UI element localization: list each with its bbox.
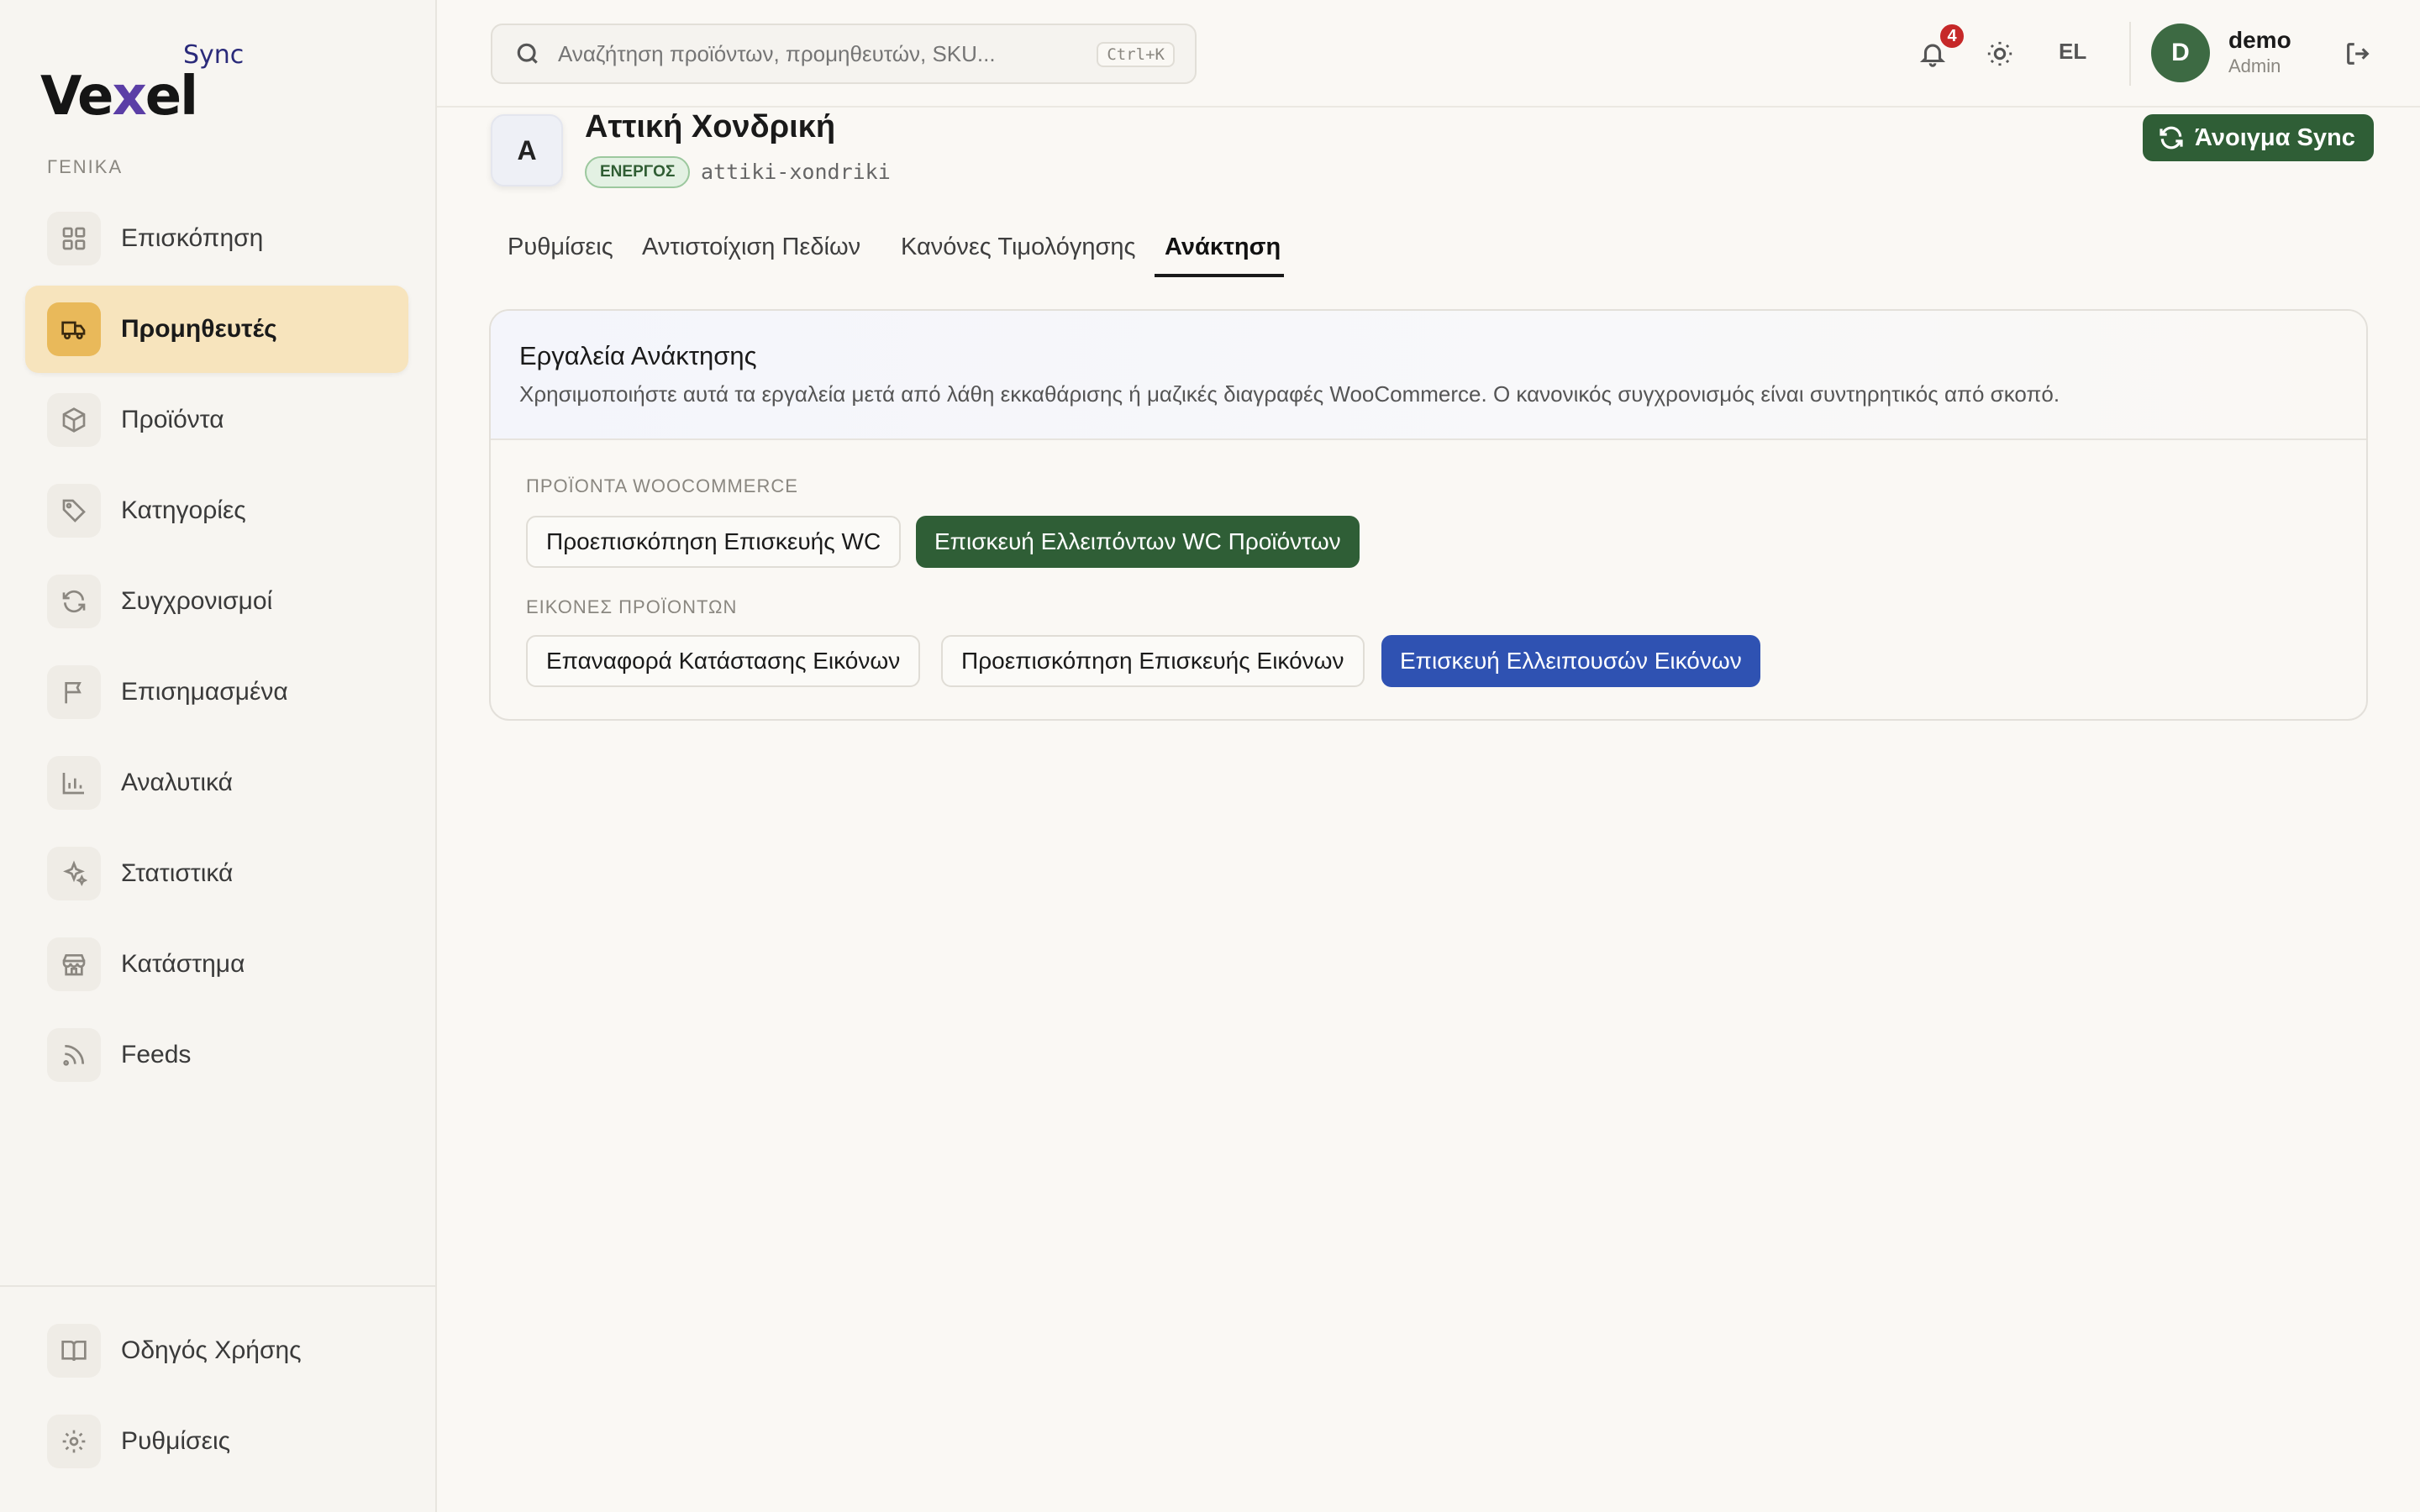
- open-sync-button[interactable]: Άνοιγμα Sync: [2143, 114, 2374, 161]
- sidebar-item-label: Προμηθευτές: [121, 315, 277, 343]
- sparkles-icon: [47, 847, 101, 900]
- images-repair-preview-button[interactable]: Προεπισκόπηση Επισκευής Εικόνων: [941, 635, 1365, 687]
- tab-settings[interactable]: Ρυθμίσεις: [508, 234, 613, 279]
- sidebar-section-label: ΓΕΝΙΚΑ: [47, 156, 124, 177]
- sidebar-item-label: Οδηγός Χρήσης: [121, 1336, 302, 1364]
- gear-icon: [47, 1415, 101, 1468]
- sidebar-item-label: Feeds: [121, 1041, 192, 1068]
- logout-icon: [2347, 43, 2370, 65]
- images-reset-state-button[interactable]: Επαναφορά Κατάστασης Εικόνων: [526, 635, 921, 687]
- open-sync-label: Άνοιγμα Sync: [2195, 123, 2355, 151]
- store-icon: [47, 937, 101, 991]
- active-tab-indicator: [1155, 274, 1284, 277]
- sidebar-item-analytics[interactable]: Αναλυτικά: [25, 739, 408, 827]
- notification-count-badge: 4: [1938, 22, 1966, 50]
- logo-sync-label: Sync: [183, 40, 245, 70]
- supplier-avatar: A: [491, 114, 563, 186]
- logo-wordmark: Vexel: [40, 66, 198, 128]
- tab-pricing-rules[interactable]: Κανόνες Τιμολόγησης: [901, 234, 1136, 279]
- notifications-button[interactable]: 4: [1912, 22, 1966, 74]
- theme-toggle-button[interactable]: [1980, 34, 2020, 74]
- recovery-card-title: Εργαλεία Ανάκτησης: [519, 341, 757, 370]
- refresh-icon: [2160, 126, 2183, 150]
- sidebar-item-label: Επισκόπηση: [121, 224, 264, 252]
- page-title: Αττική Χονδρική: [585, 109, 836, 144]
- sidebar-item-user-guide[interactable]: Οδηγός Χρήσης: [25, 1307, 408, 1394]
- user-name: demo: [2228, 27, 2291, 53]
- wc-repair-missing-button[interactable]: Επισκευή Ελλειπόντων WC Προϊόντων: [916, 516, 1360, 568]
- sidebar-item-statistics[interactable]: Στατιστικά: [25, 830, 408, 917]
- user-avatar[interactable]: D: [2151, 24, 2210, 82]
- woocommerce-group-label: ΠΡΟΪΟΝΤΑ WOOCOMMERCE: [526, 475, 798, 496]
- status-badge: ΕΝΕΡΓΟΣ: [585, 156, 691, 188]
- recovery-card-header: Εργαλεία Ανάκτησης Χρησιμοποιήστε αυτά τ…: [491, 311, 2366, 440]
- sidebar-item-label: Προϊόντα: [121, 406, 224, 433]
- book-icon: [47, 1324, 101, 1378]
- refresh-icon: [47, 575, 101, 628]
- search-input[interactable]: [558, 40, 1079, 67]
- logout-button[interactable]: [2338, 34, 2378, 74]
- sidebar-nav: Επισκόπηση Προμηθευτές Προϊόντα Κατηγορί…: [25, 195, 408, 1102]
- tab-field-mapping[interactable]: Αντιστοίχιση Πεδίων: [642, 234, 860, 279]
- sidebar-item-label: Κατάστημα: [121, 950, 245, 978]
- recovery-card-description: Χρησιμοποιήστε αυτά τα εργαλεία μετά από…: [519, 381, 2060, 407]
- wc-repair-preview-button[interactable]: Προεπισκόπηση Επισκευής WC: [526, 516, 902, 568]
- images-repair-missing-button[interactable]: Επισκευή Ελλειπουσών Εικόνων: [1381, 635, 1760, 687]
- tag-icon: [47, 484, 101, 538]
- sidebar-item-syncs[interactable]: Συγχρονισμοί: [25, 558, 408, 645]
- sidebar-item-label: Κατηγορίες: [121, 496, 246, 524]
- sidebar-divider: [0, 1285, 437, 1287]
- header-divider: [2129, 22, 2131, 86]
- sidebar-bottom-nav: Οδηγός Χρήσης Ρυθμίσεις: [25, 1307, 408, 1488]
- tab-recovery[interactable]: Ανάκτηση: [1165, 234, 1281, 279]
- sidebar-item-label: Ρυθμίσεις: [121, 1427, 231, 1455]
- sidebar-item-products[interactable]: Προϊόντα: [25, 376, 408, 464]
- language-switcher[interactable]: EL: [2059, 39, 2086, 65]
- sidebar-item-suppliers[interactable]: Προμηθευτές: [25, 286, 408, 373]
- sidebar-item-categories[interactable]: Κατηγορίες: [25, 467, 408, 554]
- recovery-tools-card: Εργαλεία Ανάκτησης Χρησιμοποιήστε αυτά τ…: [489, 309, 2368, 721]
- sidebar: Vexel Sync ΓΕΝΙΚΑ Επισκόπηση Προμηθευτές…: [0, 0, 437, 1512]
- search-icon: [517, 43, 538, 64]
- sidebar-item-label: Στατιστικά: [121, 859, 234, 887]
- grid-icon: [47, 212, 101, 265]
- search-shortcut-hint: Ctrl+K: [1097, 42, 1175, 67]
- user-role: Admin: [2228, 55, 2281, 76]
- sidebar-item-flagged[interactable]: Επισημασμένα: [25, 648, 408, 736]
- sidebar-item-label: Συγχρονισμοί: [121, 587, 273, 615]
- truck-icon: [47, 302, 101, 356]
- sun-icon: [1987, 41, 2012, 66]
- sidebar-item-settings[interactable]: Ρυθμίσεις: [25, 1398, 408, 1485]
- rss-icon: [47, 1028, 101, 1082]
- sidebar-item-overview[interactable]: Επισκόπηση: [25, 195, 408, 282]
- images-group-label: ΕΙΚΟΝΕΣ ΠΡΟΪΟΝΤΩΝ: [526, 596, 738, 617]
- search-bar[interactable]: Ctrl+K: [491, 24, 1197, 84]
- sidebar-item-label: Αναλυτικά: [121, 769, 233, 796]
- sidebar-item-feeds[interactable]: Feeds: [25, 1011, 408, 1099]
- bar-chart-icon: [47, 756, 101, 810]
- supplier-slug: attiki-xondriki: [701, 160, 891, 184]
- top-header: Ctrl+K 4 EL D demo Admin: [437, 0, 2420, 108]
- sidebar-item-label: Επισημασμένα: [121, 678, 288, 706]
- sidebar-item-store[interactable]: Κατάστημα: [25, 921, 408, 1008]
- flag-icon: [47, 665, 101, 719]
- vexel-sync-logo[interactable]: Vexel Sync: [40, 40, 259, 128]
- box-icon: [47, 393, 101, 447]
